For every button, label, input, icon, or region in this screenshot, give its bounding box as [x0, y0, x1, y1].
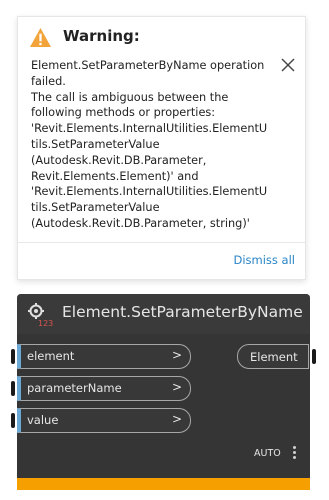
dismiss-all-link[interactable]: Dismiss all — [233, 253, 295, 267]
chevron-right-icon[interactable]: > — [172, 380, 182, 394]
divider — [18, 242, 305, 243]
more-options-icon[interactable] — [293, 446, 299, 462]
chevron-right-icon[interactable]: > — [172, 412, 182, 426]
node-header[interactable]: 123 Element.SetParameterByName — [17, 294, 310, 334]
close-icon[interactable] — [280, 57, 296, 73]
input-connector-parametername[interactable] — [11, 381, 15, 396]
output-label: Element — [250, 350, 298, 364]
warning-message: Element.SetParameterByName operation fai… — [31, 59, 268, 230]
node-method-icon: 123 — [28, 303, 53, 328]
lacing-indicator[interactable]: AUTO — [254, 448, 281, 459]
input-port-element[interactable]: element > — [17, 344, 191, 369]
chevron-right-icon[interactable]: > — [172, 348, 182, 362]
port-label: parameterName — [27, 381, 122, 395]
warning-triangle-icon — [30, 27, 51, 48]
port-label: element — [27, 349, 75, 363]
dynamo-node[interactable]: 123 Element.SetParameterByName element >… — [17, 294, 310, 490]
warning-title: Warning: — [63, 27, 140, 45]
input-connector-element[interactable] — [11, 349, 15, 364]
warning-popup: Warning: Element.SetParameterByName oper… — [17, 16, 306, 280]
warning-state-bar — [17, 478, 310, 490]
input-port-parametername[interactable]: parameterName > — [17, 376, 191, 401]
svg-text:123: 123 — [38, 319, 53, 328]
input-connector-value[interactable] — [11, 413, 15, 428]
input-port-value[interactable]: value > — [17, 408, 191, 433]
node-title: Element.SetParameterByName — [62, 303, 303, 321]
port-label: value — [27, 413, 59, 427]
output-connector-element[interactable] — [312, 349, 316, 364]
output-port-element[interactable]: Element — [237, 344, 309, 369]
